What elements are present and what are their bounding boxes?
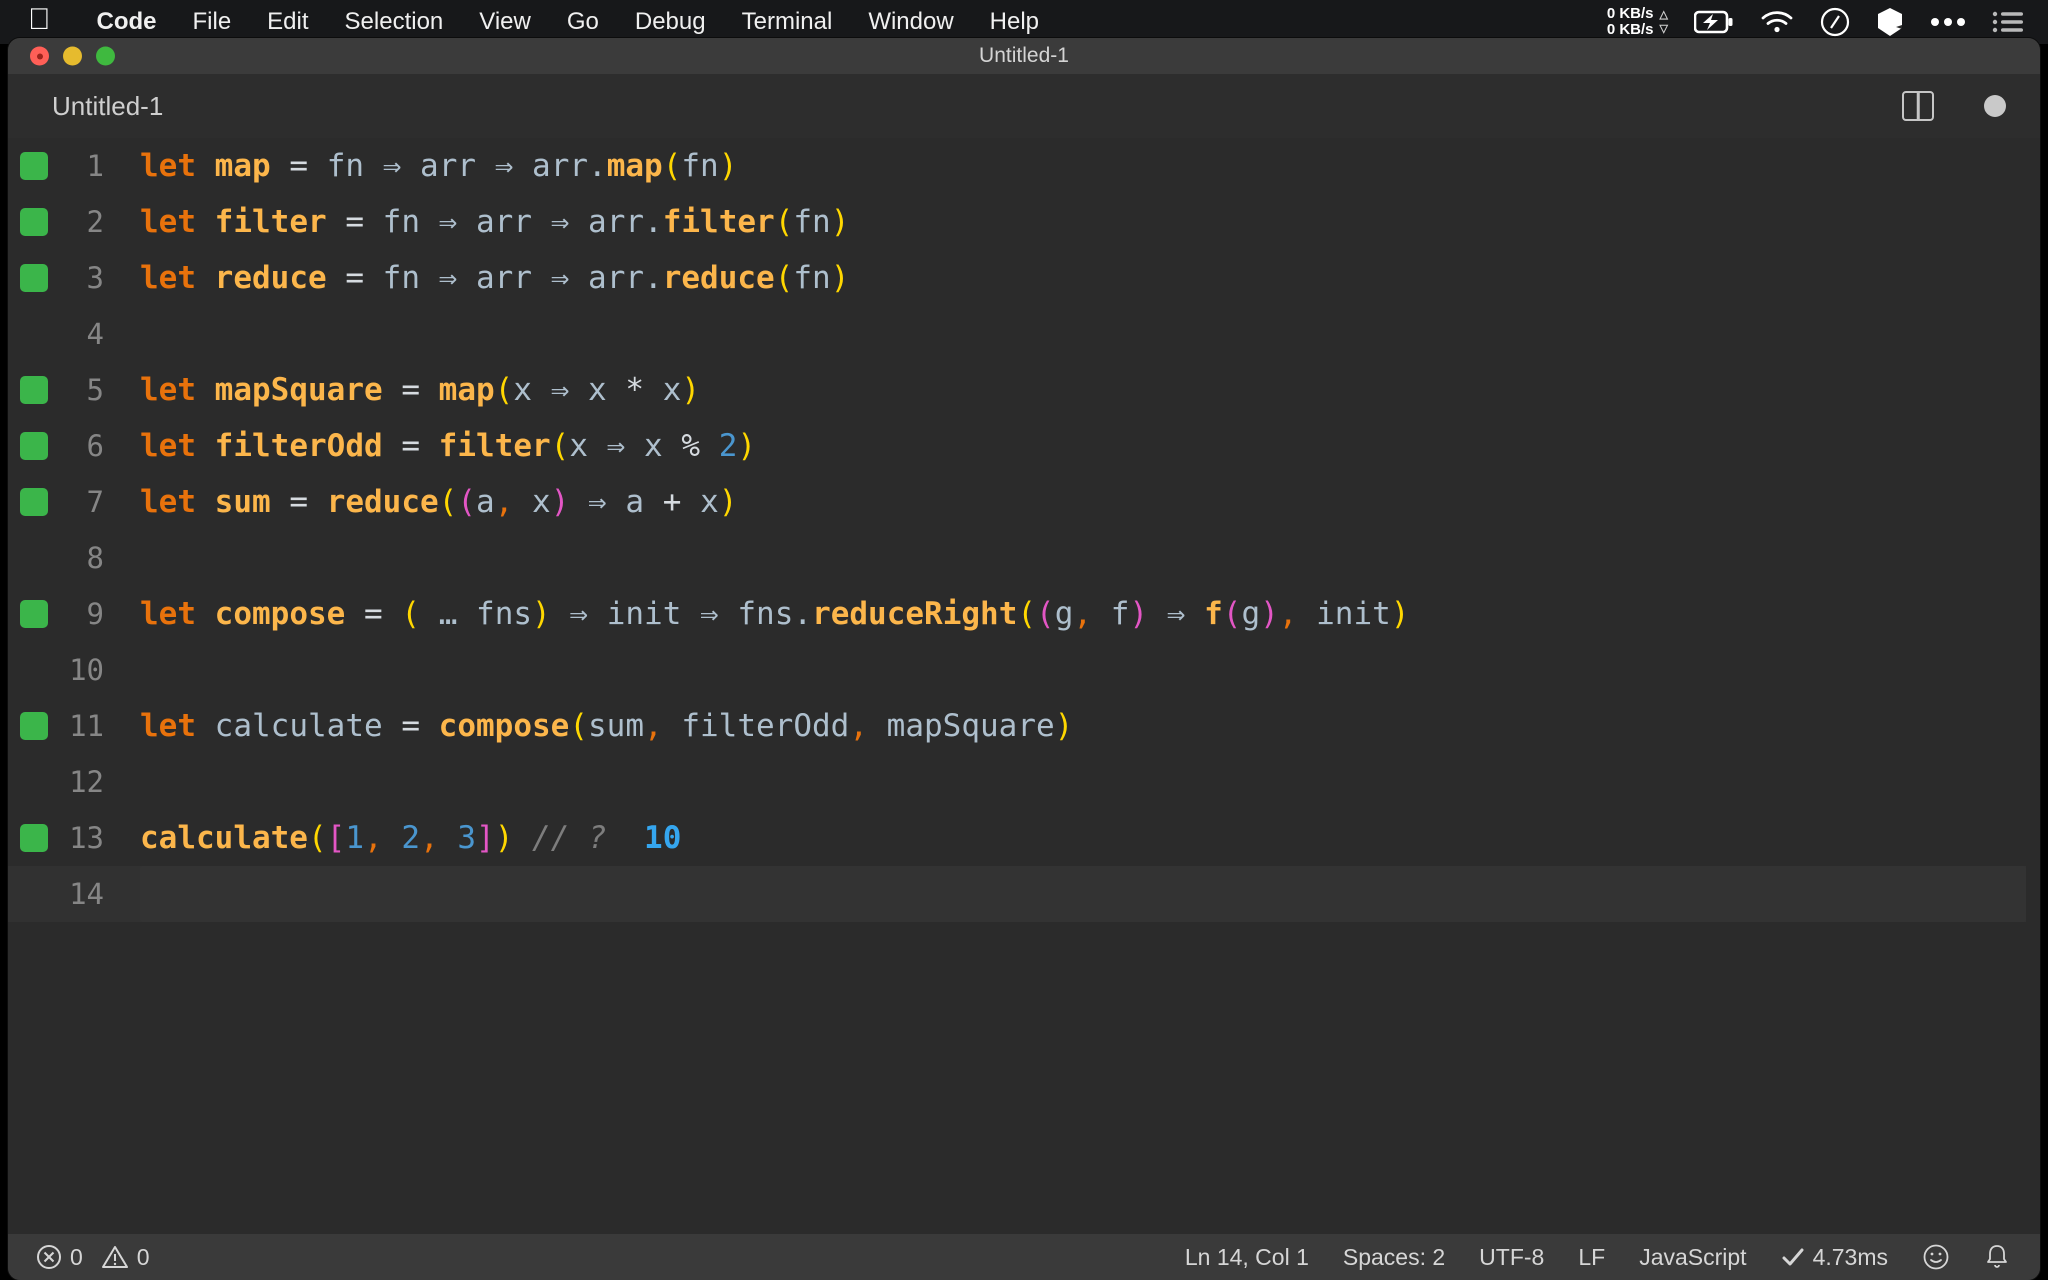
- ellipsis-icon[interactable]: [1930, 16, 1966, 28]
- zoom-button[interactable]: [96, 46, 115, 66]
- triangle-up-icon: △: [1659, 8, 1668, 21]
- menu-item-code[interactable]: Code: [79, 8, 175, 36]
- errors-count: 0: [70, 1243, 83, 1270]
- menu-item-debug[interactable]: Debug: [617, 8, 724, 36]
- cursor-position[interactable]: Ln 14, Col 1: [1185, 1244, 1309, 1271]
- window-title: Untitled-1: [979, 44, 1069, 67]
- close-button[interactable]: [30, 46, 49, 66]
- menu-item-selection[interactable]: Selection: [327, 8, 462, 36]
- editor-line[interactable]: 7 let sum = reduce((a, x) ⇒ a + x): [8, 474, 2040, 530]
- runtime-indicator[interactable]: 4.73ms: [1781, 1244, 1888, 1271]
- coverage-marker: [20, 208, 48, 236]
- smiley-icon[interactable]: [1922, 1243, 1950, 1271]
- wifi-icon[interactable]: [1760, 10, 1794, 34]
- language-mode[interactable]: JavaScript: [1639, 1244, 1746, 1271]
- tab-label: Untitled-1: [52, 90, 164, 121]
- editor-line[interactable]: 13 calculate([1, 2, 3]) // ? 10: [8, 810, 2040, 866]
- menu-item-view[interactable]: View: [461, 8, 549, 36]
- line-code: let reduce = fn ⇒ arr ⇒ arr.reduce(fn): [140, 260, 850, 296]
- apple-logo-icon[interactable]: : [28, 4, 51, 35]
- line-code: let filterOdd = filter(x ⇒ x % 2): [140, 428, 757, 464]
- window-controls: [30, 46, 115, 66]
- menu-item-go[interactable]: Go: [549, 8, 617, 36]
- editor-line[interactable]: 6 let filterOdd = filter(x ⇒ x % 2): [8, 418, 2040, 474]
- menu-item-terminal[interactable]: Terminal: [724, 8, 851, 36]
- network-download-rate: 0 KB/s: [1606, 21, 1654, 38]
- editor-line[interactable]: 3 let reduce = fn ⇒ arr ⇒ arr.reduce(fn): [8, 250, 2040, 306]
- bell-icon[interactable]: [1984, 1243, 2010, 1271]
- triangle-down-icon: ▽: [1659, 23, 1668, 35]
- editor-line[interactable]: 11 let calculate = compose(sum, filterOd…: [8, 698, 2040, 754]
- current-line-highlight: [140, 866, 2026, 922]
- inline-result-value: 10: [644, 820, 682, 856]
- editor-line[interactable]: 2 let filter = fn ⇒ arr ⇒ arr.filter(fn): [8, 194, 2040, 250]
- line-code: let sum = reduce((a, x) ⇒ a + x): [140, 484, 738, 520]
- line-number: 4: [86, 317, 104, 351]
- menu-item-file[interactable]: File: [175, 8, 250, 36]
- control-center-icon[interactable]: [1992, 11, 2024, 33]
- coverage-marker: [20, 600, 48, 628]
- code-editor[interactable]: 1 let map = fn ⇒ arr ⇒ arr.map(fn) 2 let…: [8, 138, 2040, 1218]
- warnings-count: 0: [136, 1243, 150, 1270]
- editor-line[interactable]: 9 let compose = ( … fns) ⇒ init ⇒ fns.re…: [8, 586, 2040, 642]
- editor-actions: [1902, 74, 2006, 138]
- coverage-marker: [20, 712, 48, 740]
- menu-item-help[interactable]: Help: [972, 8, 1057, 36]
- coverage-marker: [20, 264, 48, 292]
- vscode-window: Untitled-1 Untitled-1 1 let map = fn ⇒ a…: [8, 38, 2040, 1280]
- error-circle-icon: [36, 1244, 62, 1270]
- indentation-setting[interactable]: Spaces: 2: [1343, 1244, 1445, 1271]
- problems-indicator[interactable]: 0 0: [36, 1244, 150, 1271]
- coverage-marker: [20, 488, 48, 516]
- editor-line-current[interactable]: 14: [8, 866, 2040, 922]
- coverage-marker: [20, 432, 48, 460]
- coverage-marker: [20, 376, 48, 404]
- menu-item-edit[interactable]: Edit: [249, 8, 326, 36]
- editor-line[interactable]: 8: [8, 530, 2040, 586]
- checkmark-icon: [1781, 1246, 1805, 1268]
- line-number: 8: [86, 541, 104, 575]
- menu-item-window[interactable]: Window: [850, 8, 971, 36]
- status-bar: 0 0 Ln 14, Col 1 Spaces: 2 UTF-8 LF Java…: [8, 1234, 2040, 1280]
- line-number: 12: [69, 765, 104, 799]
- minimize-button[interactable]: [63, 46, 82, 66]
- clock-icon[interactable]: [1820, 7, 1850, 37]
- line-code: let map = fn ⇒ arr ⇒ arr.map(fn): [140, 148, 738, 184]
- line-code: calculate([1, 2, 3]) // ? 10: [140, 820, 682, 856]
- editor-line[interactable]: 12: [8, 754, 2040, 810]
- line-code: let calculate = compose(sum, filterOdd, …: [140, 708, 1074, 744]
- encoding-setting[interactable]: UTF-8: [1479, 1244, 1544, 1271]
- editor-line[interactable]: 1 let map = fn ⇒ arr ⇒ arr.map(fn): [8, 138, 2040, 194]
- line-code: let compose = ( … fns) ⇒ init ⇒ fns.redu…: [140, 596, 1410, 632]
- tab-untitled-1[interactable]: Untitled-1: [8, 74, 204, 138]
- editor-scrollbar[interactable]: [2026, 138, 2040, 1218]
- coverage-marker: [20, 152, 48, 180]
- editor-line[interactable]: 4: [8, 306, 2040, 362]
- runtime-duration: 4.73ms: [1812, 1243, 1888, 1270]
- line-number: 10: [69, 653, 104, 687]
- window-titlebar: Untitled-1: [8, 38, 2040, 74]
- editor-line[interactable]: 10: [8, 642, 2040, 698]
- bartender-icon[interactable]: [1876, 7, 1904, 37]
- network-speed-indicator[interactable]: 0 KB/s 0 KB/s △ ▽: [1606, 4, 1668, 39]
- warning-triangle-icon: [101, 1244, 129, 1270]
- line-code: let mapSquare = map(x ⇒ x * x): [140, 372, 701, 408]
- coverage-marker: [20, 824, 48, 852]
- unsaved-changes-dot[interactable]: [1984, 95, 2006, 117]
- split-editor-icon[interactable]: [1902, 91, 1934, 121]
- battery-charging-icon[interactable]: [1694, 10, 1734, 34]
- editor-line[interactable]: 5 let mapSquare = map(x ⇒ x * x): [8, 362, 2040, 418]
- eol-setting[interactable]: LF: [1578, 1244, 1605, 1271]
- editor-tab-bar: Untitled-1: [8, 74, 2040, 138]
- line-number: 14: [69, 877, 104, 911]
- network-upload-rate: 0 KB/s: [1606, 4, 1654, 22]
- line-code: let filter = fn ⇒ arr ⇒ arr.filter(fn): [140, 204, 850, 240]
